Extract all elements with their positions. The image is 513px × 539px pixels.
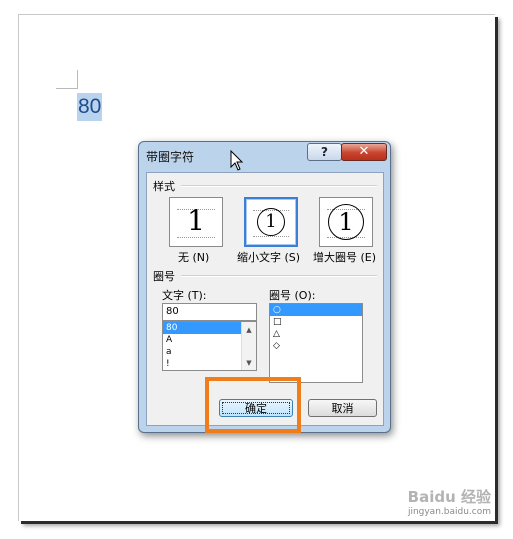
text-field-label: 文字 (T):	[162, 289, 207, 302]
ring-listbox[interactable]: ○ □ △ ◇	[269, 303, 363, 383]
ring-group-divider	[181, 275, 377, 277]
ring-field-label: 圈号 (O):	[269, 289, 316, 302]
ring-list-item[interactable]: □	[270, 316, 362, 328]
style-group-divider	[181, 185, 377, 187]
style-option-enlarge-ring[interactable]: 1	[319, 197, 373, 247]
close-button[interactable]: ✕	[341, 143, 387, 161]
style-enlarge-label[interactable]: 增大圈号 (E)	[313, 249, 376, 265]
style-none-label[interactable]: 无 (N)	[178, 249, 209, 265]
scroll-down-arrow-icon[interactable]: ▼	[242, 359, 256, 367]
ring-list-item[interactable]: ◇	[270, 340, 362, 352]
watermark: Baidu 经验 jingyan.baidu.com	[408, 486, 491, 517]
crop-mark-horizontal	[56, 88, 78, 89]
selected-document-text[interactable]: 80	[77, 93, 103, 121]
cancel-button[interactable]: 取消	[308, 399, 377, 417]
style-option-shrink-text[interactable]: 1	[244, 197, 298, 247]
guide-line-bottom	[253, 236, 289, 237]
style-none-glyph: 1	[187, 204, 205, 237]
help-button[interactable]: ?	[307, 143, 342, 161]
watermark-url: jingyan.baidu.com	[407, 507, 491, 517]
style-option-none[interactable]: 1	[169, 197, 223, 247]
highlight-box	[205, 377, 301, 433]
text-listbox[interactable]: 80 A a ! ▲ ▼	[162, 321, 257, 371]
watermark-brand: Baidu 经验	[407, 488, 491, 506]
ring-group-label: 圈号	[153, 270, 175, 283]
text-input[interactable]: 80	[162, 303, 257, 321]
style-group-label: 样式	[153, 180, 175, 193]
scroll-up-arrow-icon[interactable]: ▲	[242, 326, 256, 334]
style-shrink-label[interactable]: 缩小文字 (S)	[237, 249, 300, 265]
style-shrink-glyph: 1	[257, 208, 285, 236]
crop-mark-vertical	[77, 70, 78, 89]
ring-list-item[interactable]: ○	[270, 304, 362, 316]
text-list-scrollbar[interactable]: ▲ ▼	[241, 322, 256, 370]
mouse-pointer-icon	[230, 150, 244, 171]
ring-list-item[interactable]: △	[270, 328, 362, 340]
dialog-title: 带圈字符	[146, 150, 195, 164]
style-enlarge-glyph: 1	[328, 204, 364, 240]
